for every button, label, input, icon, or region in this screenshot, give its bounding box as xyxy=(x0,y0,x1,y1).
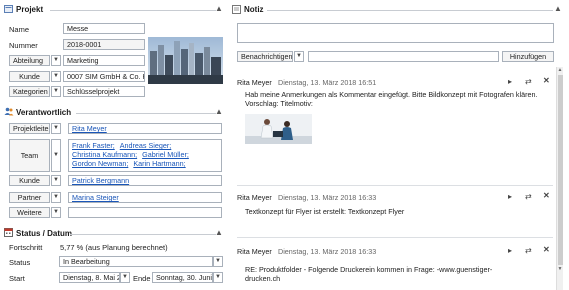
note-date: Dienstag, 13. März 2018 16:51 xyxy=(278,78,377,87)
team-member-link[interactable]: Karin Hartmann; xyxy=(133,159,185,168)
projektleiter-field[interactable]: Rita Meyer xyxy=(68,123,222,134)
weitere-field[interactable] xyxy=(68,207,222,218)
fortschritt-value: 5,77 % (aus Planung berechnet) xyxy=(60,243,168,252)
status-section-title: Status / Datum xyxy=(16,229,73,238)
kunde-field[interactable]: 0007 SIM GmbH & Co. K xyxy=(63,71,145,82)
delete-icon[interactable]: ✕ xyxy=(543,246,550,254)
delete-icon[interactable]: ✕ xyxy=(543,192,550,200)
ende-label: Ende xyxy=(133,274,151,283)
note-separator xyxy=(237,185,553,186)
expand-arrow-icon[interactable]: ▸ xyxy=(508,247,512,255)
team-member-link[interactable]: Christina Kaufmann; xyxy=(72,150,137,159)
note-date: Dienstag, 13. März 2018 16:33 xyxy=(278,193,377,202)
hinzufuegen-button[interactable]: Hinzufügen xyxy=(502,51,554,62)
kategorien-button[interactable]: Kategorien xyxy=(9,86,50,97)
note-attached-photo[interactable] xyxy=(245,114,312,144)
start-date-field[interactable]: Dienstag, 8. Mai 2 xyxy=(59,272,120,283)
name-field[interactable]: Messe xyxy=(63,23,145,34)
team-member-link[interactable]: Gordon Newman; xyxy=(72,159,128,168)
status-label: Status xyxy=(9,258,31,267)
status-section-icon xyxy=(4,228,13,237)
nummer-label: Nummer xyxy=(9,41,38,50)
team-member-link[interactable]: Andreas Sieger; xyxy=(120,141,172,150)
note-date: Dienstag, 13. März 2018 16:33 xyxy=(278,247,377,256)
kunde-dropdown[interactable]: ▼ xyxy=(51,71,61,82)
kunde-button[interactable]: Kunde xyxy=(9,71,50,82)
notes-scrollbar[interactable]: ▲ ▼ xyxy=(556,67,563,290)
partner-button[interactable]: Partner xyxy=(9,192,50,203)
notiz-section-icon xyxy=(232,5,241,14)
team-member-link[interactable]: Gabriel Müller; xyxy=(142,150,189,159)
verantwortlich-section-icon xyxy=(4,107,14,116)
scroll-down-arrow-icon[interactable]: ▼ xyxy=(557,266,563,273)
note-separator xyxy=(237,237,553,238)
notiz-section-title: Notiz xyxy=(244,5,264,14)
reply-icon[interactable]: ⇄ xyxy=(525,78,532,86)
verantwortlich-header-divider xyxy=(76,113,216,114)
abteilung-dropdown[interactable]: ▼ xyxy=(51,55,61,66)
scrollbar-thumb[interactable] xyxy=(557,75,563,265)
note-author: Rita Meyer xyxy=(237,193,272,202)
projektleiter-button[interactable]: Projektleiter xyxy=(9,123,50,134)
nummer-field[interactable]: 2018-0001 xyxy=(63,39,145,50)
projekt-header-divider xyxy=(50,10,216,11)
team-member-link[interactable]: Frank Faster; xyxy=(72,141,115,150)
projekt-section-title: Projekt xyxy=(16,5,44,14)
kategorien-field[interactable]: Schlüsselprojekt xyxy=(63,86,145,97)
team-button[interactable]: Team xyxy=(9,139,50,172)
note-item: Rita Meyer Dienstag, 13. März 2018 16:51… xyxy=(237,76,553,186)
team-dropdown[interactable]: ▼ xyxy=(51,139,61,172)
projektleiter-dropdown[interactable]: ▼ xyxy=(51,123,61,134)
weitere-dropdown[interactable]: ▼ xyxy=(51,207,61,218)
status-select[interactable]: In Bearbeitung xyxy=(59,256,213,267)
name-label: Name xyxy=(9,25,30,34)
partner-field[interactable]: Marina Steiger xyxy=(68,192,222,203)
benachrichtigen-dropdown[interactable]: ▼ xyxy=(294,51,304,62)
expand-arrow-icon[interactable]: ▸ xyxy=(508,193,512,201)
weitere-button[interactable]: Weitere xyxy=(9,207,50,218)
note-text: RE: Produktfolder - Folgende Druckerein … xyxy=(245,265,493,283)
benachrichtigen-button[interactable]: Benachrichtigen xyxy=(237,51,293,62)
benachrichtigen-recipients-field[interactable] xyxy=(308,51,499,62)
kategorien-dropdown[interactable]: ▼ xyxy=(51,86,61,97)
team-field[interactable]: Frank Faster; Andreas Sieger; Christina … xyxy=(68,139,222,172)
reply-icon[interactable]: ⇄ xyxy=(525,193,532,201)
projekt-section-icon xyxy=(4,5,13,13)
note-item: Rita Meyer Dienstag, 13. März 2018 16:33… xyxy=(237,242,553,288)
verantwortlich-kunde-button[interactable]: Kunde xyxy=(9,175,50,186)
ende-date-dropdown[interactable]: ▼ xyxy=(213,272,223,283)
note-text: Hab meine Anmerkungen als Kommentar eing… xyxy=(245,90,538,108)
status-collapse-icon[interactable]: ▲ xyxy=(215,229,223,237)
kunde-contact-link[interactable]: Patrick Bergmann xyxy=(72,176,129,185)
note-author: Rita Meyer xyxy=(237,78,272,87)
start-label: Start xyxy=(9,274,25,283)
verantwortlich-kunde-dropdown[interactable]: ▼ xyxy=(51,175,61,186)
scroll-up-arrow-icon[interactable]: ▲ xyxy=(557,67,563,74)
partner-dropdown[interactable]: ▼ xyxy=(51,192,61,203)
note-item: Rita Meyer Dienstag, 13. März 2018 16:33… xyxy=(237,190,553,230)
expand-arrow-icon[interactable]: ▸ xyxy=(508,78,512,86)
notiz-text-input[interactable] xyxy=(237,23,554,43)
ende-date-field[interactable]: Sonntag, 30. Juni xyxy=(152,272,213,283)
partner-link[interactable]: Marina Steiger xyxy=(72,193,119,202)
delete-icon[interactable]: ✕ xyxy=(543,77,550,85)
note-author: Rita Meyer xyxy=(237,247,272,256)
verantwortlich-kunde-field[interactable]: Patrick Bergmann xyxy=(68,175,222,186)
start-date-dropdown[interactable]: ▼ xyxy=(120,272,130,283)
verantwortlich-section-title: Verantwortlich xyxy=(16,108,72,117)
projektleiter-link[interactable]: Rita Meyer xyxy=(72,124,107,133)
verantwortlich-collapse-icon[interactable]: ▲ xyxy=(215,108,223,116)
reply-icon[interactable]: ⇄ xyxy=(525,247,532,255)
status-header-divider xyxy=(70,234,216,235)
note-text: Textkonzept für Flyer ist erstellt: Text… xyxy=(245,207,405,216)
status-dropdown[interactable]: ▼ xyxy=(213,256,223,267)
projekt-image[interactable] xyxy=(148,37,223,84)
notiz-header-divider xyxy=(267,10,553,11)
projekt-collapse-icon[interactable]: ▲ xyxy=(215,5,223,13)
fortschritt-label: Fortschritt xyxy=(9,243,43,252)
notiz-collapse-icon[interactable]: ▲ xyxy=(554,5,562,13)
abteilung-button[interactable]: Abteilung xyxy=(9,55,50,66)
abteilung-field[interactable]: Marketing xyxy=(63,55,145,66)
